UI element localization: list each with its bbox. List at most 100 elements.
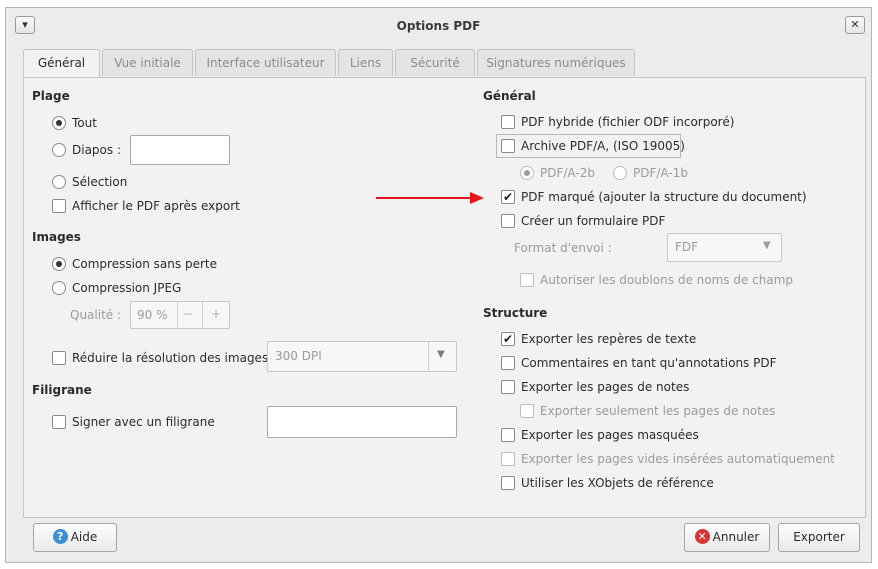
pdfa-1b-radio[interactable]: PDF/A-1b: [613, 164, 688, 182]
checkbox-indicator: ✔: [501, 331, 515, 346]
checkbox-indicator: [501, 213, 515, 228]
pdfa-archive-checkbox[interactable]: Archive PDF/A, (ISO 19005): [501, 137, 685, 155]
checkbox-indicator: [501, 451, 515, 466]
checkbox-indicator: [52, 414, 66, 429]
checkbox-indicator: [520, 403, 534, 418]
checkbox-label: Signer avec un filigrane: [72, 415, 215, 429]
tab-security[interactable]: Sécurité: [395, 49, 475, 76]
checkbox-label: PDF hybride (fichier ODF incorporé): [521, 115, 735, 129]
checkbox-indicator: [501, 355, 515, 370]
help-label: Aide: [70, 530, 98, 544]
checkbox-label: Exporter les pages vides insérées automa…: [521, 452, 835, 466]
chevron-down-icon: ▼: [763, 240, 771, 251]
watermark-checkbox[interactable]: Signer avec un filigrane: [52, 413, 215, 431]
radio-indicator: [52, 142, 66, 157]
export-notes-pages-checkbox[interactable]: Exporter les pages de notes: [501, 378, 689, 396]
comments-as-annotations-checkbox[interactable]: Commentaires en tant qu'annotations PDF: [501, 354, 777, 372]
divider: [428, 342, 429, 371]
checkbox-indicator: ✔: [501, 189, 515, 204]
images-heading: Images: [32, 230, 81, 244]
cancel-icon: ✕: [694, 529, 710, 544]
range-selection-radio[interactable]: Sélection: [52, 173, 127, 191]
decrease-button[interactable]: −: [183, 307, 193, 321]
checkbox-label: Créer un formulaire PDF: [521, 214, 666, 228]
export-button[interactable]: Exporter: [778, 523, 860, 552]
submit-format-label: Format d'envoi :: [514, 241, 612, 255]
chevron-down-icon: ▼: [437, 349, 445, 360]
checkbox-label: Commentaires en tant qu'annotations PDF: [521, 356, 777, 370]
divider: [202, 302, 203, 328]
checkbox-indicator: [501, 427, 515, 442]
quality-label: Qualité :: [70, 308, 122, 322]
annotation-arrow-icon: [376, 192, 484, 204]
structure-heading: Structure: [483, 306, 548, 320]
radio-indicator: [52, 115, 66, 130]
duplicate-field-names-checkbox[interactable]: Autoriser les doublons de noms de champ: [520, 271, 793, 289]
tab-digital-signatures[interactable]: Signatures numériques: [477, 49, 635, 76]
checkbox-indicator: [52, 198, 66, 213]
radio-label: Compression JPEG: [72, 281, 182, 295]
radio-indicator: [52, 256, 66, 271]
general-heading: Général: [483, 89, 536, 103]
resolution-value: 300 DPI: [275, 349, 322, 363]
checkbox-label: Exporter les pages masquées: [521, 428, 699, 442]
checkbox-label: Autoriser les doublons de noms de champ: [540, 273, 794, 287]
range-heading: Plage: [32, 89, 70, 103]
help-button[interactable]: ? Aide: [33, 523, 117, 552]
jpeg-compression-radio[interactable]: Compression JPEG: [52, 279, 181, 297]
checkbox-label: Afficher le PDF après export: [72, 199, 240, 213]
close-button[interactable]: ✕: [845, 16, 865, 34]
lossless-compression-radio[interactable]: Compression sans perte: [52, 255, 217, 273]
resolution-dropdown[interactable]: 300 DPI ▼: [267, 341, 457, 372]
tagged-pdf-checkbox[interactable]: ✔ PDF marqué (ajouter la structure du doc…: [501, 188, 807, 206]
submit-format-dropdown[interactable]: FDF ▼: [667, 233, 782, 262]
slides-input[interactable]: [130, 135, 230, 165]
checkbox-label: Exporter les repères de texte: [521, 332, 697, 346]
tab-general[interactable]: Général: [23, 49, 100, 78]
reference-xobjects-checkbox[interactable]: Utiliser les XObjets de référence: [501, 474, 714, 492]
pdfa-2b-radio[interactable]: PDF/A-2b: [520, 164, 595, 182]
cancel-button[interactable]: ✕ Annuler: [684, 523, 770, 552]
export-bookmarks-checkbox[interactable]: ✔ Exporter les repères de texte: [501, 330, 696, 348]
checkbox-indicator: [501, 138, 515, 153]
general-tab-panel: Plage Tout Diapos : Sélection Afficher l…: [23, 77, 866, 518]
create-form-checkbox[interactable]: Créer un formulaire PDF: [501, 212, 665, 230]
close-icon: ✕: [850, 18, 860, 31]
radio-label: Compression sans perte: [72, 257, 217, 271]
reduce-resolution-checkbox[interactable]: Réduire la résolution des images: [52, 349, 268, 367]
checkbox-label: Exporter les pages de notes: [521, 380, 690, 394]
tab-initial-view[interactable]: Vue initiale: [102, 49, 193, 76]
radio-label: PDF/A-2b: [540, 166, 595, 180]
radio-indicator: [520, 165, 534, 180]
range-slides-radio[interactable]: Diapos :: [52, 141, 121, 159]
title-bar: ▾ Options PDF ✕: [6, 8, 871, 44]
hybrid-pdf-checkbox[interactable]: PDF hybride (fichier ODF incorporé): [501, 113, 734, 131]
radio-label: PDF/A-1b: [633, 166, 688, 180]
checkbox-label: Utiliser les XObjets de référence: [521, 476, 714, 490]
cancel-label: Annuler: [712, 530, 760, 544]
checkbox-indicator: [520, 272, 534, 287]
pdf-options-dialog: ▾ Options PDF ✕ Général Vue initiale Int…: [5, 7, 872, 563]
watermark-input[interactable]: [267, 406, 457, 438]
checkbox-label: Réduire la résolution des images: [72, 351, 269, 365]
checkbox-indicator: [501, 114, 515, 129]
radio-indicator: [52, 174, 66, 189]
tab-links[interactable]: Liens: [338, 49, 393, 76]
export-hidden-pages-checkbox[interactable]: Exporter les pages masquées: [501, 426, 699, 444]
checkbox-indicator: [501, 475, 515, 490]
radio-label: Diapos :: [72, 143, 121, 157]
radio-indicator: [52, 280, 66, 295]
dialog-title: Options PDF: [396, 19, 481, 33]
increase-button[interactable]: +: [211, 307, 221, 321]
quality-value: 90 %: [137, 308, 168, 322]
quality-spinbox[interactable]: 90 % − +: [130, 301, 230, 329]
divider: [177, 302, 178, 328]
range-all-radio[interactable]: Tout: [52, 114, 97, 132]
export-notes-only-checkbox[interactable]: Exporter seulement les pages de notes: [520, 402, 776, 420]
help-icon: ?: [52, 529, 68, 544]
export-blank-pages-checkbox[interactable]: Exporter les pages vides insérées automa…: [501, 450, 835, 468]
tab-user-interface[interactable]: Interface utilisateur: [195, 49, 336, 76]
checkbox-indicator: [52, 350, 66, 365]
view-after-export-checkbox[interactable]: Afficher le PDF après export: [52, 197, 240, 215]
radio-indicator: [613, 165, 627, 180]
